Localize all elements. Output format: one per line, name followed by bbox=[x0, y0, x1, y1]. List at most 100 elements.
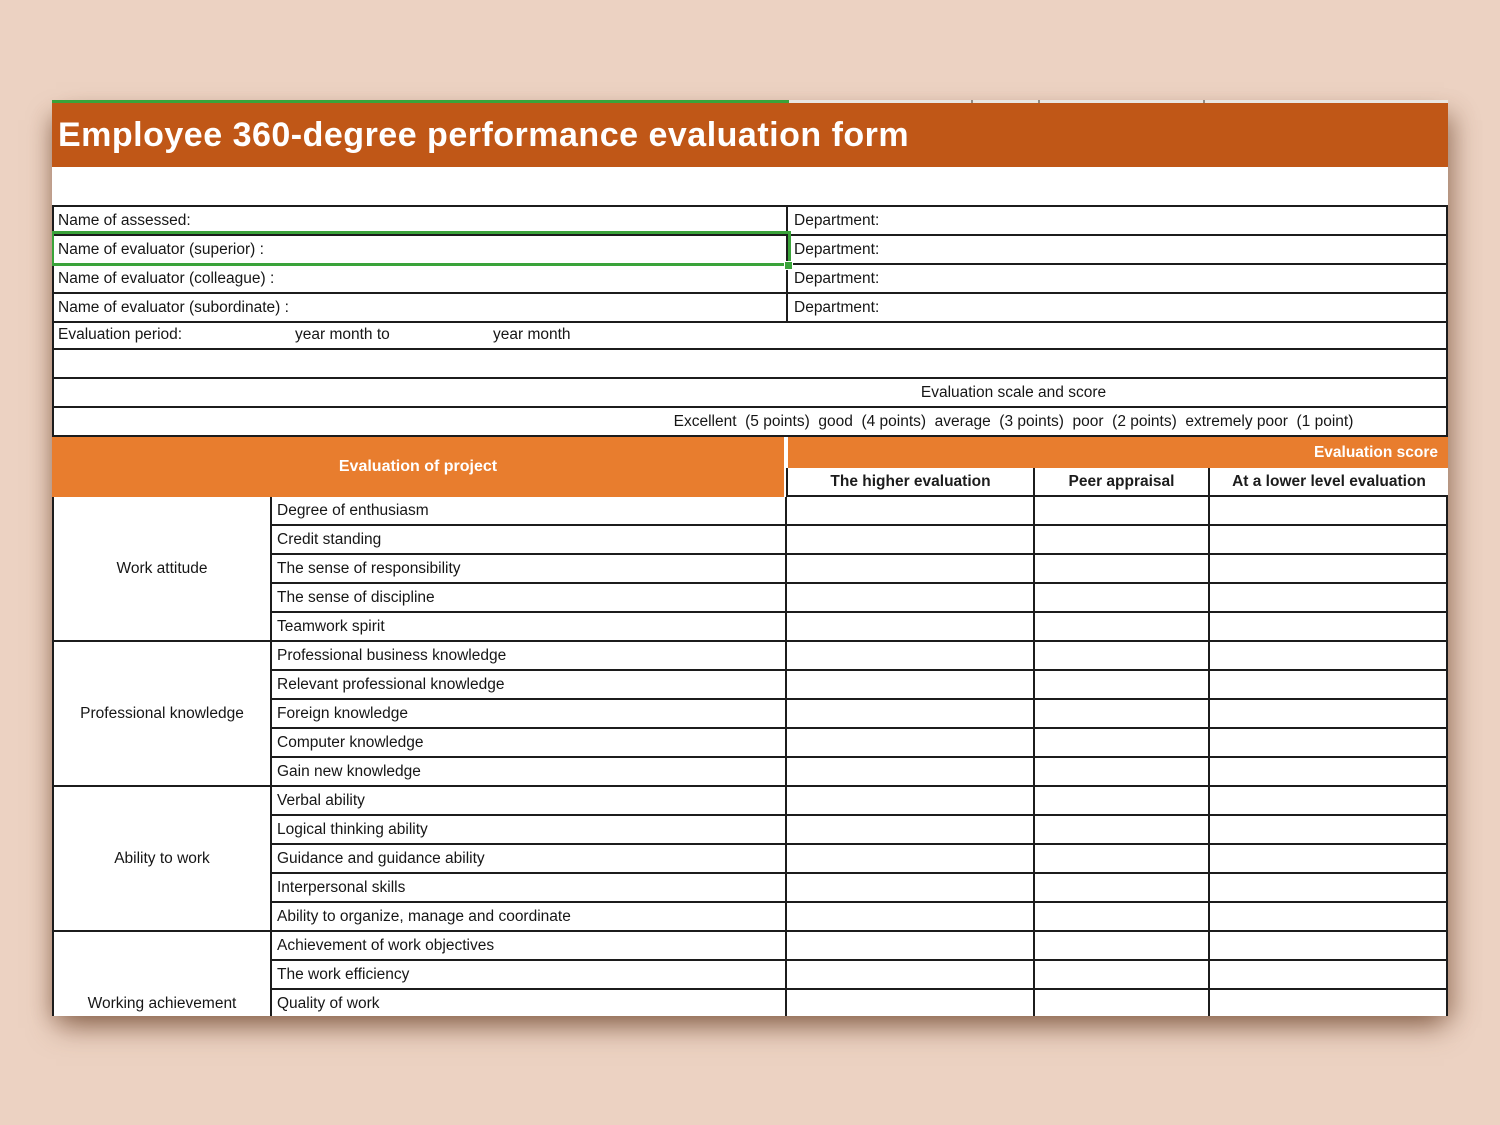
empty-spacer-row[interactable] bbox=[52, 350, 1448, 379]
score-cell-lower[interactable] bbox=[1210, 961, 1448, 990]
criterion-cell[interactable]: Interpersonal skills bbox=[272, 874, 787, 903]
score-cell-higher[interactable] bbox=[787, 990, 1035, 1016]
score-cell-lower[interactable] bbox=[1210, 787, 1448, 816]
column-header-lower-level-evaluation[interactable]: At a lower level evaluation bbox=[1210, 468, 1448, 495]
score-cell-lower[interactable] bbox=[1210, 700, 1448, 729]
category-cell[interactable]: Ability to work bbox=[54, 787, 272, 932]
score-cell-peer[interactable] bbox=[1035, 816, 1210, 845]
category-cell[interactable]: Working achievement bbox=[54, 932, 272, 1016]
score-cell-lower[interactable] bbox=[1210, 613, 1448, 642]
score-cell-peer[interactable] bbox=[1035, 874, 1210, 903]
department-cell[interactable]: Department: bbox=[788, 294, 1446, 321]
score-cell-peer[interactable] bbox=[1035, 613, 1210, 642]
score-cell-peer[interactable] bbox=[1035, 990, 1210, 1016]
criterion-cell[interactable]: The sense of discipline bbox=[272, 584, 787, 613]
score-cell-higher[interactable] bbox=[787, 555, 1035, 584]
criterion-cell[interactable]: Achievement of work objectives bbox=[272, 932, 787, 961]
score-cell-lower[interactable] bbox=[1210, 526, 1448, 555]
score-cell-higher[interactable] bbox=[787, 700, 1035, 729]
score-cell-lower[interactable] bbox=[1210, 497, 1448, 526]
score-cell-lower[interactable] bbox=[1210, 758, 1448, 787]
score-cell-peer[interactable] bbox=[1035, 700, 1210, 729]
score-cell-higher[interactable] bbox=[787, 671, 1035, 700]
criterion-cell[interactable]: Gain new knowledge bbox=[272, 758, 787, 787]
category-cell[interactable]: Work attitude bbox=[54, 497, 272, 642]
score-cell-higher[interactable] bbox=[787, 584, 1035, 613]
score-cell-higher[interactable] bbox=[787, 787, 1035, 816]
score-cell-peer[interactable] bbox=[1035, 787, 1210, 816]
criterion-cell[interactable]: Logical thinking ability bbox=[272, 816, 787, 845]
score-cell-higher[interactable] bbox=[787, 613, 1035, 642]
scale-title-row[interactable]: Evaluation scale and score bbox=[52, 379, 1448, 408]
criterion-cell[interactable]: Verbal ability bbox=[272, 787, 787, 816]
score-cell-peer[interactable] bbox=[1035, 729, 1210, 758]
score-cell-lower[interactable] bbox=[1210, 584, 1448, 613]
category-cell[interactable]: Professional knowledge bbox=[54, 642, 272, 787]
score-cell-peer[interactable] bbox=[1035, 845, 1210, 874]
criterion-cell[interactable]: Relevant professional knowledge bbox=[272, 671, 787, 700]
criterion-cell[interactable]: Degree of enthusiasm bbox=[272, 497, 787, 526]
criterion-cell[interactable]: The sense of responsibility bbox=[272, 555, 787, 584]
criterion-label: Logical thinking ability bbox=[277, 821, 428, 839]
department-cell[interactable]: Department: bbox=[788, 207, 1446, 234]
selection-fill-handle[interactable] bbox=[784, 261, 793, 270]
score-cell-higher[interactable] bbox=[787, 874, 1035, 903]
score-cell-lower[interactable] bbox=[1210, 845, 1448, 874]
score-cell-higher[interactable] bbox=[787, 497, 1035, 526]
score-cell-lower[interactable] bbox=[1210, 874, 1448, 903]
score-cell-peer[interactable] bbox=[1035, 932, 1210, 961]
column-header-higher-evaluation[interactable]: The higher evaluation bbox=[788, 468, 1035, 495]
score-cell-lower[interactable] bbox=[1210, 903, 1448, 932]
score-cell-higher[interactable] bbox=[787, 526, 1035, 555]
criterion-cell[interactable]: Computer knowledge bbox=[272, 729, 787, 758]
criterion-cell[interactable]: Quality of work bbox=[272, 990, 787, 1016]
criterion-cell[interactable]: Credit standing bbox=[272, 526, 787, 555]
criterion-cell[interactable]: Foreign knowledge bbox=[272, 700, 787, 729]
score-cell-lower[interactable] bbox=[1210, 642, 1448, 671]
department-label: Department: bbox=[794, 241, 879, 259]
score-cell-higher[interactable] bbox=[787, 642, 1035, 671]
evaluation-of-project-header-cell[interactable]: Evaluation of project bbox=[52, 437, 786, 497]
department-cell[interactable]: Department: bbox=[788, 265, 1446, 292]
score-cell-higher[interactable] bbox=[787, 961, 1035, 990]
criterion-cell[interactable]: The work efficiency bbox=[272, 961, 787, 990]
score-cell-lower[interactable] bbox=[1210, 932, 1448, 961]
score-cell-higher[interactable] bbox=[787, 816, 1035, 845]
criterion-cell[interactable]: Ability to organize, manage and coordina… bbox=[272, 903, 787, 932]
score-cell-peer[interactable] bbox=[1035, 961, 1210, 990]
score-cell-peer[interactable] bbox=[1035, 584, 1210, 613]
score-cell-peer[interactable] bbox=[1035, 758, 1210, 787]
score-cell-lower[interactable] bbox=[1210, 555, 1448, 584]
score-cell-higher[interactable] bbox=[787, 729, 1035, 758]
evaluation-score-header-cell[interactable]: Evaluation score bbox=[788, 437, 1448, 468]
score-cell-peer[interactable] bbox=[1035, 903, 1210, 932]
criterion-cell[interactable]: Guidance and guidance ability bbox=[272, 845, 787, 874]
score-cell-peer[interactable] bbox=[1035, 555, 1210, 584]
score-cell-peer[interactable] bbox=[1035, 526, 1210, 555]
form-title-bar[interactable]: Employee 360-degree performance evaluati… bbox=[52, 103, 1448, 167]
score-cell-lower[interactable] bbox=[1210, 671, 1448, 700]
score-cell-higher[interactable] bbox=[787, 845, 1035, 874]
evaluation-period-row[interactable]: Evaluation period: year month to year mo… bbox=[52, 321, 1448, 350]
score-cell-lower[interactable] bbox=[1210, 990, 1448, 1016]
criterion-label: The work efficiency bbox=[277, 966, 409, 984]
scale-values-row[interactable]: Excellent (5 points) good (4 points) ave… bbox=[52, 408, 1448, 437]
score-cell-peer[interactable] bbox=[1035, 671, 1210, 700]
score-cell-peer[interactable] bbox=[1035, 497, 1210, 526]
info-cell-evaluator[interactable]: Name of evaluator (superior) : bbox=[54, 236, 788, 263]
score-cell-peer[interactable] bbox=[1035, 642, 1210, 671]
score-cell-higher[interactable] bbox=[787, 932, 1035, 961]
criterion-label: Professional business knowledge bbox=[277, 647, 506, 665]
info-label: Name of evaluator (superior) : bbox=[58, 241, 264, 259]
info-cell-assessed[interactable]: Name of assessed: bbox=[54, 207, 788, 234]
column-header-peer-appraisal[interactable]: Peer appraisal bbox=[1035, 468, 1210, 495]
score-cell-higher[interactable] bbox=[787, 903, 1035, 932]
criterion-cell[interactable]: Professional business knowledge bbox=[272, 642, 787, 671]
info-cell-evaluator[interactable]: Name of evaluator (colleague) : bbox=[54, 265, 788, 292]
score-cell-lower[interactable] bbox=[1210, 816, 1448, 845]
criterion-cell[interactable]: Teamwork spirit bbox=[272, 613, 787, 642]
department-cell[interactable]: Department: bbox=[788, 236, 1446, 263]
score-cell-lower[interactable] bbox=[1210, 729, 1448, 758]
info-cell-evaluator[interactable]: Name of evaluator (subordinate) : bbox=[54, 294, 788, 321]
score-cell-higher[interactable] bbox=[787, 758, 1035, 787]
